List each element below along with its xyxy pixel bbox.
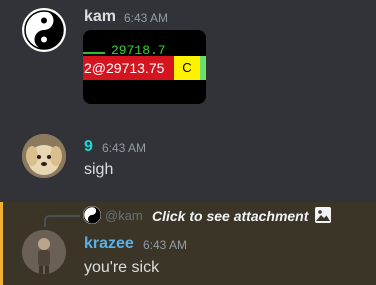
message-text: you're sick <box>84 259 160 276</box>
message-kam: kam 6:43 AM 29718.7 2@29713.75 C <box>0 0 376 115</box>
price-red-bar: 2@29713.75 <box>83 56 174 80</box>
timestamp: 6:43 AM <box>143 238 188 252</box>
message-9: 9 6:43 AM sigh <box>0 130 376 190</box>
image-attachment[interactable]: 29718.7 2@29713.75 C <box>83 30 206 104</box>
person-avatar-icon <box>22 230 66 274</box>
yin-yang-icon <box>24 10 64 50</box>
timestamp: 6:43 AM <box>124 11 169 25</box>
price-red-text: 2@29713.75 <box>84 60 165 76</box>
yin-yang-icon <box>83 206 101 224</box>
reply-avatar[interactable] <box>83 206 101 224</box>
author-name[interactable]: kam <box>84 8 116 26</box>
price-yellow-text: C <box>182 60 192 75</box>
reply-author[interactable]: @kam <box>105 208 143 223</box>
image-icon[interactable] <box>314 206 332 224</box>
author-name[interactable]: krazee <box>84 235 134 253</box>
timestamp: 6:43 AM <box>102 141 147 155</box>
message-krazee: @kam Click to see attachment krazee 6:43… <box>0 202 376 285</box>
reply-attachment-link[interactable]: Click to see attachment <box>152 208 313 224</box>
author-name[interactable]: 9 <box>84 138 93 156</box>
avatar-9[interactable] <box>22 134 66 178</box>
avatar-kam[interactable] <box>22 8 66 52</box>
price-yellow-box: C <box>174 56 200 80</box>
dog-avatar-icon <box>22 134 66 178</box>
price-green-edge <box>200 56 206 80</box>
message-text: sigh <box>84 161 114 178</box>
chart-line <box>83 52 105 54</box>
reply-spine <box>44 215 80 227</box>
avatar-krazee[interactable] <box>22 230 66 274</box>
